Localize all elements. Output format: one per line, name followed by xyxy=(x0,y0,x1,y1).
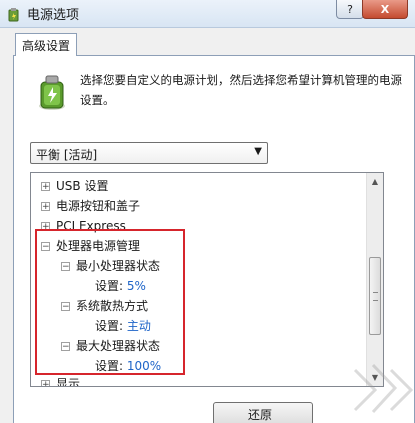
setting-label: 设置: xyxy=(95,319,124,333)
tree-item-label: PCI Express xyxy=(56,219,126,233)
tab-advanced-settings[interactable]: 高级设置 xyxy=(15,33,77,56)
restore-defaults-button[interactable]: 还原 xyxy=(213,402,313,423)
setting-min-processor-state[interactable]: 设置: 5% xyxy=(95,277,146,295)
collapse-icon[interactable]: − xyxy=(61,262,70,272)
chevron-down-icon: ▼ xyxy=(254,146,262,157)
collapse-icon[interactable]: − xyxy=(61,302,70,312)
setting-label: 设置: xyxy=(95,279,124,293)
power-options-dialog: 电源选项 ? X 高级设置 选择您要自定义的电源计划，然后选择您希望计算机管理的… xyxy=(0,0,415,423)
tree-item-min-processor-state[interactable]: − 最小处理器状态 xyxy=(61,257,160,275)
setting-value[interactable]: 100% xyxy=(127,359,161,373)
close-button[interactable]: X xyxy=(362,0,408,19)
tree-item-label: 电源按钮和盖子 xyxy=(56,199,141,213)
tree-item-usb[interactable]: + USB 设置 xyxy=(41,177,108,195)
tree-item-label: 处理器电源管理 xyxy=(56,239,141,253)
power-plan-select[interactable]: 平衡 [活动] ▼ xyxy=(30,142,268,164)
collapse-icon[interactable]: − xyxy=(41,242,50,252)
power-plan-select-value: 平衡 [活动] xyxy=(36,148,98,162)
collapse-icon[interactable]: − xyxy=(61,342,70,352)
tree-item-display[interactable]: + 显示 xyxy=(41,375,81,387)
tree-item-label: 显示 xyxy=(56,377,81,387)
scrollbar-thumb[interactable] xyxy=(369,257,381,335)
grip-icon xyxy=(373,292,378,301)
description-text: 选择您要自定义的电源计划，然后选择您希望计算机管理的电源设置。 xyxy=(80,73,402,107)
settings-tree[interactable]: + USB 设置 + 电源按钮和盖子 + PCI Express − 处理器电源管理 −… xyxy=(30,172,384,387)
tree-item-label: 系统散热方式 xyxy=(76,299,149,313)
setting-cooling-policy[interactable]: 设置: 主动 xyxy=(95,317,151,335)
tree-item-label: USB 设置 xyxy=(56,179,109,193)
window-title: 电源选项 xyxy=(27,8,80,23)
scroll-up-icon[interactable]: ▲ xyxy=(367,173,383,190)
expand-icon[interactable]: + xyxy=(41,222,50,232)
tree-item-power-buttons[interactable]: + 电源按钮和盖子 xyxy=(41,197,140,215)
power-options-icon xyxy=(8,8,19,22)
tree-item-cooling-policy[interactable]: − 系统散热方式 xyxy=(61,297,148,315)
expand-icon[interactable]: + xyxy=(41,202,50,212)
expand-icon[interactable]: + xyxy=(41,380,50,386)
power-plan-icon xyxy=(39,75,65,110)
tree-item-label: 最大处理器状态 xyxy=(76,339,161,353)
tree-item-max-processor-state[interactable]: − 最大处理器状态 xyxy=(61,337,160,355)
setting-value[interactable]: 主动 xyxy=(127,319,151,333)
tree-item-pci-express[interactable]: + PCI Express xyxy=(41,217,126,235)
setting-max-processor-state[interactable]: 设置: 100% xyxy=(95,357,161,375)
setting-label: 设置: xyxy=(95,359,124,373)
title-bar: 电源选项 ? X xyxy=(0,0,415,28)
setting-value[interactable]: 5% xyxy=(127,279,146,293)
expand-icon[interactable]: + xyxy=(41,182,50,192)
tree-item-label: 最小处理器状态 xyxy=(76,259,161,273)
tree-item-processor-power[interactable]: − 处理器电源管理 xyxy=(41,237,140,255)
watermark-logo xyxy=(353,363,414,414)
help-button[interactable]: ? xyxy=(336,0,364,19)
